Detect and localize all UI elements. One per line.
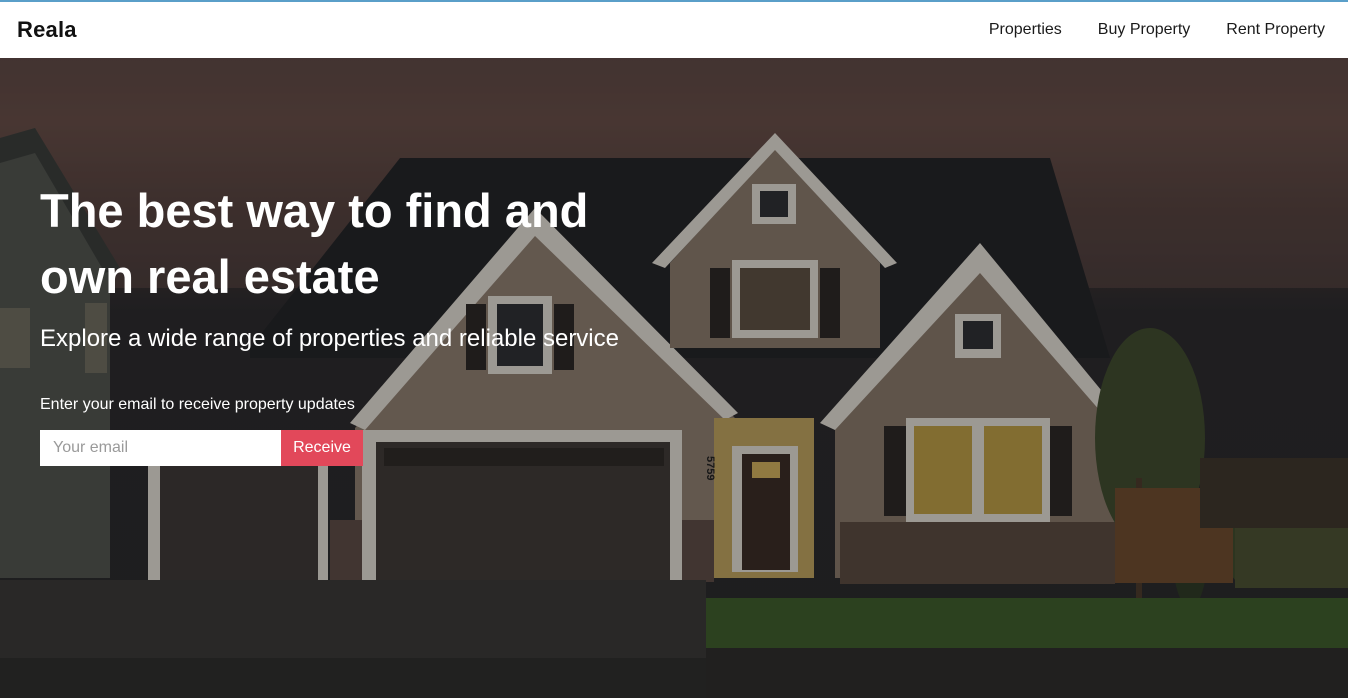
hero-section: 5759 The best way to find and own real e… [0,58,1348,698]
email-label: Enter your email to receive property upd… [40,396,355,413]
receive-button[interactable]: Receive [281,430,363,466]
nav-link-properties[interactable]: Properties [989,21,1062,39]
nav-link-rent-property[interactable]: Rent Property [1226,21,1325,39]
hero-content: The best way to find and own real estate… [40,178,680,466]
nav-link-buy-property[interactable]: Buy Property [1098,21,1190,39]
hero-title: The best way to find and own real estate [40,184,589,303]
hero-subtitle: Explore a wide range of properties and r… [40,325,619,352]
nav-links: Properties Buy Property Rent Property [989,21,1325,39]
brand-logo[interactable]: Reala [17,17,77,43]
navbar: Reala Properties Buy Property Rent Prope… [0,0,1348,58]
email-form: Receive [40,430,680,466]
email-input[interactable] [40,430,281,466]
